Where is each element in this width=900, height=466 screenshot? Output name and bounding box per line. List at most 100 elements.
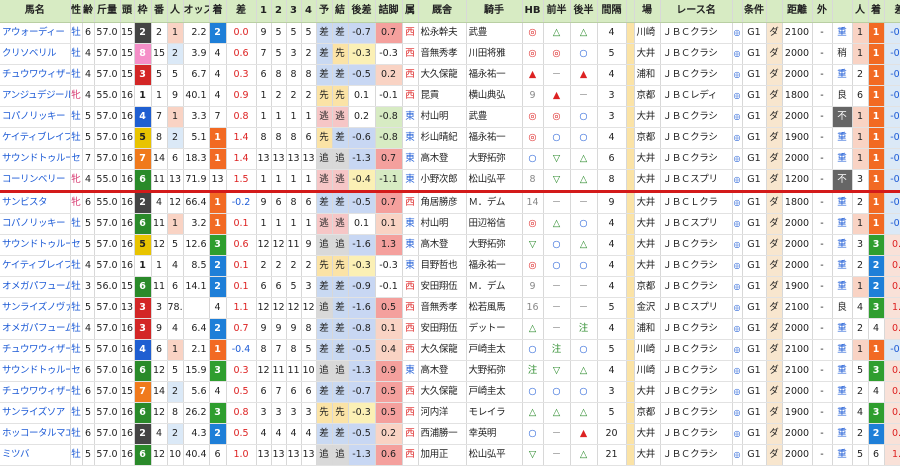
race-name-link[interactable]: ＪＢＣクラシ: [660, 381, 733, 403]
column-header[interactable]: 性: [70, 0, 83, 23]
horse-name-link[interactable]: ケイティブレイブ: [0, 255, 71, 277]
race-name-link[interactable]: ＪＢＣクラシ: [660, 106, 733, 128]
table-row[interactable]: オメガパフューム牡 3 56.0 15 6 11 6 14.1 2 0.1 6 6 5 3 差差 -0.9 -0…: [0, 276, 900, 298]
table-row[interactable]: ホッコータルマエ牡 6 57.0 16 2 4 2 4.3 2 0.5 4 4 4 4 差差 -0.5 0.2 西…: [0, 423, 900, 445]
race-name-link[interactable]: ＪＢＣＬクラ: [660, 191, 733, 214]
column-header[interactable]: 差: [226, 0, 257, 23]
table-row[interactable]: サウンドトゥルーセ 6 57.0 16 6 12 5 15.9 3 0.3 12 11 11 10 追追 -1…: [0, 360, 900, 382]
horse-name-link[interactable]: ミツバ: [0, 444, 71, 466]
column-header[interactable]: 間隔: [597, 0, 627, 23]
table-row[interactable]: コパノリッキー牡 5 57.0 16 4 7 1 3.3 7 0.8 1 1 1 1 逃逃 0.2 -0.8 東村…: [0, 106, 900, 128]
column-header[interactable]: 外: [812, 0, 833, 23]
column-header[interactable]: 3: [286, 0, 302, 23]
column-header[interactable]: [832, 0, 853, 23]
column-header[interactable]: 人: [852, 0, 869, 23]
column-header[interactable]: 前半: [543, 0, 571, 23]
table-row[interactable]: ミツバ牡 5 57.0 16 6 12 10 40.4 6 1.0 13 13 13 13 追追 -1.3 0.…: [0, 444, 900, 466]
column-header[interactable]: 1: [256, 0, 272, 23]
column-header[interactable]: 詰脚: [375, 0, 403, 23]
race-name-link[interactable]: ＪＢＣクラシ: [660, 402, 733, 424]
column-header[interactable]: HB: [522, 0, 544, 23]
column-header[interactable]: 条件: [742, 0, 767, 23]
race-name-link[interactable]: ＪＢＣクラシ: [660, 360, 733, 382]
race-name-link[interactable]: ＪＢＣクラシ: [660, 444, 733, 466]
horse-name-link[interactable]: クリソベリル: [0, 43, 71, 65]
horse-name-link[interactable]: コーリンベリー: [0, 169, 71, 193]
column-header[interactable]: 齢: [82, 0, 95, 23]
table-row[interactable]: ケイティブレイブ牡 5 57.0 16 5 8 2 5.1 1 1.4 8 8 8 6 先差 -0.6 -0.8…: [0, 127, 900, 149]
table-row[interactable]: チュウワウィザード牡657.01571425.640.56766差差-0.70.…: [0, 381, 900, 403]
column-header[interactable]: 2: [271, 0, 287, 23]
horse-name-link[interactable]: サンライズソア: [0, 402, 71, 424]
race-name-link[interactable]: ＪＢＣクラシ: [660, 127, 733, 149]
horse-name-link[interactable]: コパノリッキー: [0, 106, 71, 128]
column-header[interactable]: 着: [868, 0, 885, 23]
column-header[interactable]: 厩舎: [418, 0, 467, 23]
column-header[interactable]: 距離: [782, 0, 813, 23]
horse-name-link[interactable]: コパノリッキー: [0, 213, 71, 235]
horse-name-link[interactable]: オメガパフューム: [0, 318, 71, 340]
horse-name-link[interactable]: ホッコータルマエ: [0, 423, 71, 445]
horse-name-link[interactable]: サンライズノヴァ: [0, 297, 71, 319]
horse-name-link[interactable]: サウンドトゥルー: [0, 148, 71, 170]
race-name-link[interactable]: ＪＢＣクラシ: [660, 148, 733, 170]
table-row[interactable]: チュウワウィザード牡457.0153556.740.36888差差-0.50.2…: [0, 64, 900, 86]
column-header[interactable]: 後差: [348, 0, 376, 23]
column-header[interactable]: 枠: [134, 0, 152, 23]
table-row[interactable]: アンジュデジール牝 4 55.0 16 1 1 9 40.1 4 0.9 1 2 2 2 先先 0.1 -0.1…: [0, 85, 900, 107]
column-header[interactable]: 着: [209, 0, 227, 23]
table-row[interactable]: アウォーディー牡 6 57.0 15 2 2 1 2.2 2 0.0 9 5 5 5 差差 -0.7 0.7 西松…: [0, 22, 900, 44]
horse-name-link[interactable]: アンジュデジール: [0, 85, 71, 107]
column-header[interactable]: 番: [151, 0, 168, 23]
column-header[interactable]: [766, 0, 783, 23]
column-header[interactable]: オッズ: [183, 0, 210, 23]
column-header[interactable]: 4: [301, 0, 317, 23]
table-row[interactable]: オメガパフューム牡 4 57.0 16 3 9 4 6.4 2 0.7 9 9 9 8 差差 -0.8 0.1 西…: [0, 318, 900, 340]
column-header[interactable]: 属: [402, 0, 419, 23]
table-row[interactable]: チュウワウィザード牡557.0164612.11-0.48785差差-0.50.…: [0, 339, 900, 361]
table-row[interactable]: クリソベリル牡 4 57.0 15 8 15 2 3.9 4 0.6 7 5 3 2 差先 -0.3 -0.3 西…: [0, 43, 900, 65]
column-header[interactable]: レース名: [660, 0, 733, 23]
race-name-link[interactable]: ＪＢＣクラシ: [660, 318, 733, 340]
column-header[interactable]: 人: [167, 0, 184, 23]
race-name-link[interactable]: ＪＢＣクラシ: [660, 43, 733, 65]
column-header[interactable]: 結: [332, 0, 349, 23]
column-header[interactable]: 差: [884, 0, 900, 23]
table-row[interactable]: コーリンベリー牝 4 55.0 16 6 11 13 71.9 13 1.5 1 1 1 1 逃逃 -0.4-…: [0, 169, 900, 193]
table-row[interactable]: ケイティブレイブ牡 4 57.0 16 1 1 4 8.5 2 0.1 2 2 2 2 先先 -0.3 -0.3…: [0, 255, 900, 277]
horse-name-link[interactable]: サウンドトゥルー: [0, 234, 71, 256]
column-header[interactable]: 後半: [570, 0, 598, 23]
horse-name-link[interactable]: チュウワウィザード: [0, 381, 71, 403]
horse-name-link[interactable]: サンビスタ: [0, 191, 71, 214]
race-name-link[interactable]: ＪＢＣクラシ: [660, 234, 733, 256]
race-name-link[interactable]: ＪＢＣクラシ: [660, 22, 733, 44]
table-row[interactable]: サンライズソア牡 5 57.0 16 6 12 8 26.2 3 0.8 3 3 3 3 先先 -0.3 0.5…: [0, 402, 900, 424]
column-header[interactable]: 場: [634, 0, 661, 23]
table-row[interactable]: サンライズノヴァ牡557.0133378.941.112121212追差-1.6…: [0, 297, 900, 319]
race-name-link[interactable]: ＪＢＣクラシ: [660, 255, 733, 277]
horse-name-link[interactable]: オメガパフューム: [0, 276, 71, 298]
race-name-link[interactable]: ＪＢＣレディ: [660, 85, 733, 107]
race-name-link[interactable]: ＪＢＣクラシ: [660, 276, 733, 298]
race-name-link[interactable]: ＪＢＣクラシ: [660, 339, 733, 361]
race-name-link[interactable]: ＪＢＣスプリ: [660, 213, 733, 235]
race-name-link[interactable]: ＪＢＣスプリ: [660, 297, 733, 319]
table-row[interactable]: コパノリッキー牡 5 57.0 16 6 11 1 3.2 1 0.1 1 1 1 1 逃逃 0.1 0.1 東村…: [0, 213, 900, 235]
column-header[interactable]: 斤量: [94, 0, 121, 23]
table-row[interactable]: サウンドトゥルーセ 5 57.0 16 5 12 5 12.6 3 0.6 12 12 11 9 追追 -1.…: [0, 234, 900, 256]
column-header[interactable]: 馬名: [0, 0, 71, 23]
table-row[interactable]: サンビスタ牝 6 55.0 16 2 4 12 66.4 1 -0.2 9 6 8 6 差差 -0.5 0.7 西…: [0, 191, 900, 214]
table-row[interactable]: サウンドトゥルーセ 7 57.0 16 7 14 6 18.3 1 1.4 13 13 13 13 追追 -1…: [0, 148, 900, 170]
race-name-link[interactable]: ＪＢＣクラシ: [660, 423, 733, 445]
horse-name-link[interactable]: チュウワウィザード: [0, 64, 71, 86]
race-name-link[interactable]: ＪＢＣクラシ: [660, 64, 733, 86]
column-header[interactable]: 頭: [120, 0, 135, 23]
column-header[interactable]: 予: [316, 0, 333, 23]
column-header[interactable]: [626, 0, 635, 23]
horse-name-link[interactable]: アウォーディー: [0, 22, 71, 44]
horse-name-link[interactable]: ケイティブレイブ: [0, 127, 71, 149]
horse-name-link[interactable]: サウンドトゥルー: [0, 360, 71, 382]
column-header[interactable]: [732, 0, 743, 23]
column-header[interactable]: 騎手: [466, 0, 523, 23]
race-name-link[interactable]: ＪＢＣスプリ: [660, 169, 733, 193]
